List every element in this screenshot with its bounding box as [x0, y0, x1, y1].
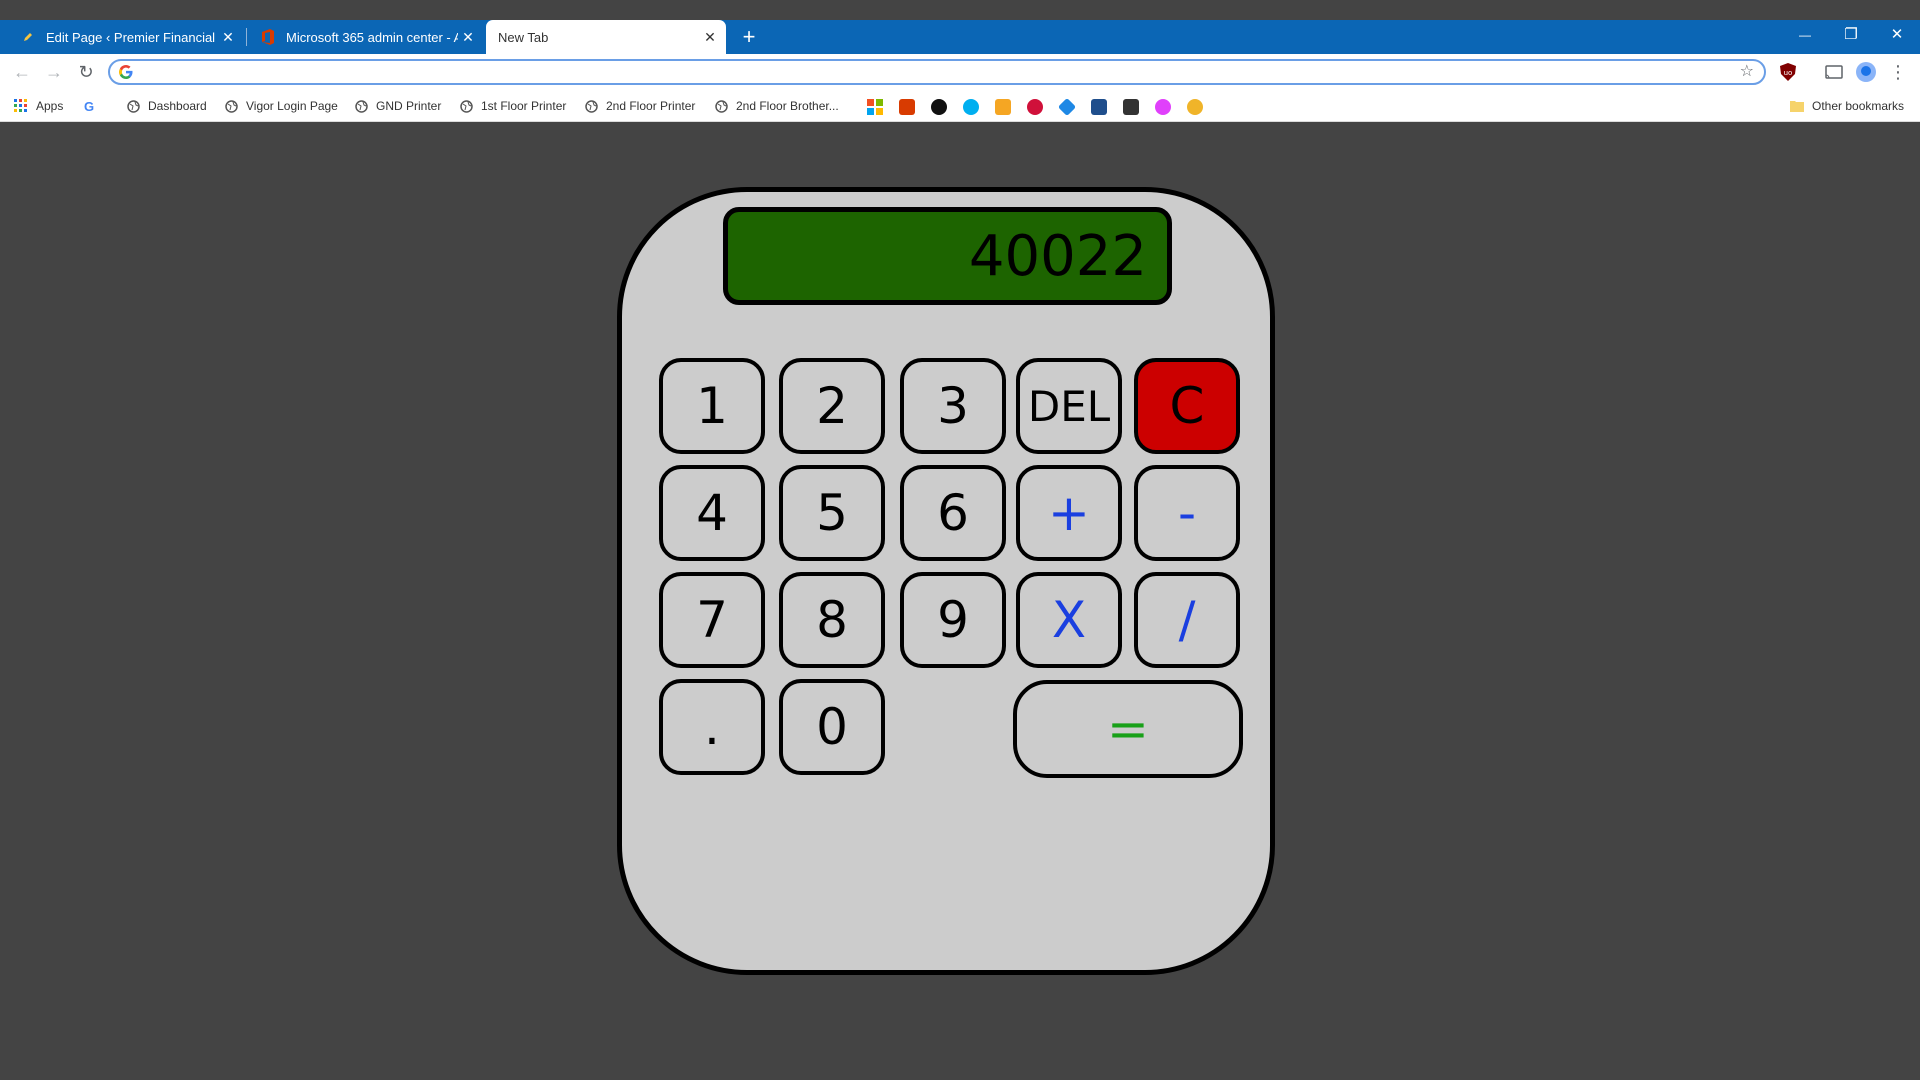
bookmark-label: 2nd Floor Brother...: [736, 99, 839, 113]
plus-button[interactable]: +: [1016, 465, 1122, 561]
key-9[interactable]: 9: [900, 572, 1006, 668]
toolbar: ← → ↻ ☆ uo ⋮: [0, 54, 1920, 90]
bookmark-2nd-floor-brother[interactable]: 2nd Floor Brother...: [714, 90, 839, 122]
bookmark-label: 2nd Floor Printer: [606, 99, 696, 113]
pencil-icon: [20, 29, 36, 45]
bookmark-star-icon[interactable]: ☆: [1740, 61, 1754, 83]
red-dot-icon[interactable]: [1027, 99, 1043, 115]
bookmark-label: GND Printer: [376, 99, 442, 113]
bookmark-label: Dashboard: [148, 99, 207, 113]
key-5[interactable]: 5: [779, 465, 885, 561]
new-tab-button[interactable]: +: [736, 20, 762, 54]
cast-icon[interactable]: [1822, 60, 1846, 84]
bookmark-label: 1st Floor Printer: [481, 99, 567, 113]
globe-icon: [459, 99, 473, 113]
key-7[interactable]: 7: [659, 572, 765, 668]
microsoft-logo-icon[interactable]: [867, 99, 883, 115]
globe-icon: [584, 99, 598, 113]
pink-flower-icon[interactable]: [1155, 99, 1171, 115]
forward-button[interactable]: →: [38, 54, 70, 90]
yellow-face-icon[interactable]: [1187, 99, 1203, 115]
close-tab-icon[interactable]: ✕: [700, 29, 720, 46]
globe-icon: [714, 99, 728, 113]
svg-text:uo: uo: [1784, 69, 1793, 77]
close-tab-icon[interactable]: ✕: [458, 29, 478, 46]
orange-logo-icon[interactable]: [995, 99, 1011, 115]
bookmark-label: Vigor Login Page: [246, 99, 338, 113]
bookmark-other[interactable]: Other bookmarks: [1790, 90, 1904, 122]
bookmark-2nd-floor-printer[interactable]: 2nd Floor Printer: [584, 90, 695, 122]
minus-button[interactable]: -: [1134, 465, 1240, 561]
bookmark-1st-floor-printer[interactable]: 1st Floor Printer: [459, 90, 566, 122]
key-2[interactable]: 2: [779, 358, 885, 454]
tab-divider: [246, 28, 247, 46]
black-circle-icon[interactable]: [931, 99, 947, 115]
multiply-button[interactable]: X: [1016, 572, 1122, 668]
tab-title: Microsoft 365 admin center - Ac: [286, 29, 458, 45]
office-icon[interactable]: [899, 99, 915, 115]
profile-avatar-icon[interactable]: [1854, 60, 1878, 84]
key-3[interactable]: 3: [900, 358, 1006, 454]
apps-grid-icon: [14, 99, 28, 113]
tab-bar: Edit Page ‹ Premier Financial Gro ✕ Micr…: [0, 20, 1920, 54]
folder-icon: [1790, 99, 1804, 113]
office-icon: [260, 29, 276, 45]
bookmark-dashboard[interactable]: Dashboard: [126, 90, 207, 122]
divide-button[interactable]: /: [1134, 572, 1240, 668]
key-4[interactable]: 4: [659, 465, 765, 561]
bookmark-label: Apps: [36, 99, 64, 113]
google-icon: [118, 64, 134, 80]
key-8[interactable]: 8: [779, 572, 885, 668]
bookmark-apps[interactable]: Apps: [14, 90, 63, 122]
blue-diamond-icon[interactable]: [1057, 97, 1077, 117]
bookmark-gnd-printer[interactable]: GND Printer: [354, 90, 441, 122]
key-0[interactable]: 0: [779, 679, 885, 775]
key-1[interactable]: 1: [659, 358, 765, 454]
close-window-button[interactable]: ✕: [1874, 20, 1920, 50]
bookmark-label: Other bookmarks: [1812, 99, 1905, 113]
globe-icon: [224, 99, 238, 113]
address-bar[interactable]: ☆: [108, 59, 1766, 85]
minimize-button[interactable]: —: [1782, 20, 1828, 50]
tab-title: New Tab: [498, 29, 549, 45]
calculator-display: 40022: [723, 207, 1172, 305]
tab-edit-page[interactable]: Edit Page ‹ Premier Financial Gro ✕: [8, 20, 244, 54]
tab-title: Edit Page ‹ Premier Financial Gro: [46, 29, 218, 45]
dark-square-icon[interactable]: [1123, 99, 1139, 115]
restore-button[interactable]: ❐: [1828, 20, 1874, 50]
key-6[interactable]: 6: [900, 465, 1006, 561]
menu-kebab-icon[interactable]: ⋮: [1886, 60, 1910, 84]
ublock-icon[interactable]: uo: [1776, 60, 1800, 84]
reload-button[interactable]: ↻: [70, 54, 102, 90]
flag-icon[interactable]: [1091, 99, 1107, 115]
skype-icon[interactable]: [963, 99, 979, 115]
bookmarks-bar: Apps G Dashboard Vigor Login Page GND Pr…: [0, 90, 1920, 122]
tab-new-tab[interactable]: New Tab ✕: [486, 20, 726, 54]
globe-icon: [126, 99, 140, 113]
clear-button[interactable]: C: [1134, 358, 1240, 454]
address-input[interactable]: [142, 62, 1706, 84]
decimal-button[interactable]: .: [659, 679, 765, 775]
google-icon: G: [83, 98, 95, 114]
globe-icon: [354, 99, 368, 113]
window-top-strip: [0, 0, 1920, 20]
delete-button[interactable]: DEL: [1016, 358, 1122, 454]
tab-microsoft-365[interactable]: Microsoft 365 admin center - Ac ✕: [248, 20, 484, 54]
back-button[interactable]: ←: [6, 54, 38, 90]
close-tab-icon[interactable]: ✕: [218, 29, 238, 46]
equals-button[interactable]: =: [1013, 680, 1243, 778]
bookmark-vigor-login[interactable]: Vigor Login Page: [224, 90, 338, 122]
bookmark-google[interactable]: G: [82, 90, 104, 122]
